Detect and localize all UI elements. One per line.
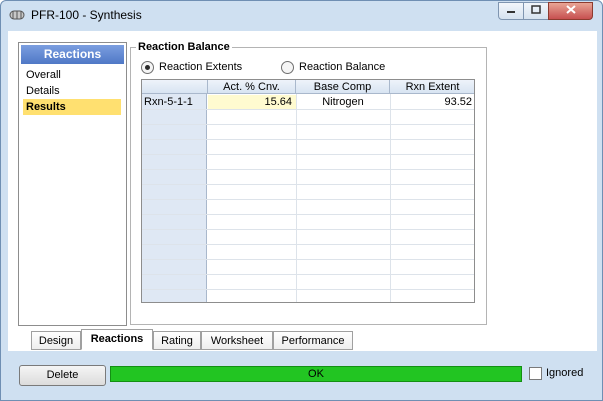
reaction-balance-group: Reaction Balance Reaction Extents Reacti…	[130, 41, 487, 325]
close-icon	[565, 5, 576, 17]
act-cnv-cell[interactable]: 15.64	[208, 95, 296, 109]
row-name-cell[interactable]: Rxn-5-1-1	[144, 95, 206, 109]
maximize-button[interactable]	[523, 2, 549, 20]
tab-rating[interactable]: Rating	[153, 331, 201, 350]
column-header-base-comp[interactable]: Base Comp	[296, 80, 390, 94]
tab-worksheet[interactable]: Worksheet	[201, 331, 273, 350]
nav-item-overall[interactable]: Overall	[23, 67, 121, 83]
window-title: PFR-100 - Synthesis	[31, 8, 142, 22]
status-bar: OK	[110, 366, 522, 382]
tab-performance[interactable]: Performance	[273, 331, 353, 350]
table-corner-header	[142, 80, 208, 94]
radio-circle-unchecked[interactable]	[281, 60, 294, 74]
group-title: Reaction Balance	[136, 41, 232, 53]
nav-item-results[interactable]: Results	[23, 99, 121, 115]
title-bar[interactable]: PFR-100 - Synthesis	[1, 1, 602, 30]
column-header-act-cnv[interactable]: Act. % Cnv.	[208, 80, 296, 94]
rxn-extent-cell[interactable]: 93.52	[390, 95, 474, 109]
bottom-bar: Delete OK Ignored	[8, 351, 597, 395]
minimize-button[interactable]	[498, 2, 524, 20]
pfr-window: PFR-100 - Synthesis Reactions Overall De…	[0, 0, 603, 401]
tab-design[interactable]: Design	[31, 331, 81, 350]
reaction-results-table: Act. % Cnv. Base Comp Rxn Extent Rxn-5-1…	[141, 79, 475, 303]
close-button[interactable]	[548, 2, 593, 20]
radio-reaction-balance[interactable]: Reaction Balance	[281, 60, 385, 74]
column-header-rxn-extent[interactable]: Rxn Extent	[390, 80, 474, 94]
nav-header: Reactions	[21, 45, 124, 64]
radio-reaction-extents[interactable]: Reaction Extents	[141, 60, 242, 74]
minimize-icon	[506, 5, 516, 17]
reactions-nav-list: Reactions Overall Details Results	[18, 42, 127, 326]
client-area: Reactions Overall Details Results Reacti…	[8, 31, 597, 395]
nav-item-details[interactable]: Details	[23, 83, 121, 99]
ignored-label: Ignored	[546, 367, 584, 379]
radio-label: Reaction Extents	[159, 61, 243, 73]
radio-circle-checked[interactable]	[141, 60, 154, 74]
base-comp-cell[interactable]: Nitrogen	[296, 95, 390, 109]
tab-bar: Design Reactions Rating Worksheet Perfor…	[18, 329, 597, 351]
ignored-checkbox[interactable]	[529, 367, 542, 380]
radio-label: Reaction Balance	[299, 61, 386, 73]
pfr-reactor-icon	[9, 9, 25, 21]
tab-reactions[interactable]: Reactions	[81, 329, 153, 350]
delete-button[interactable]: Delete	[19, 365, 106, 386]
maximize-icon	[531, 5, 541, 17]
